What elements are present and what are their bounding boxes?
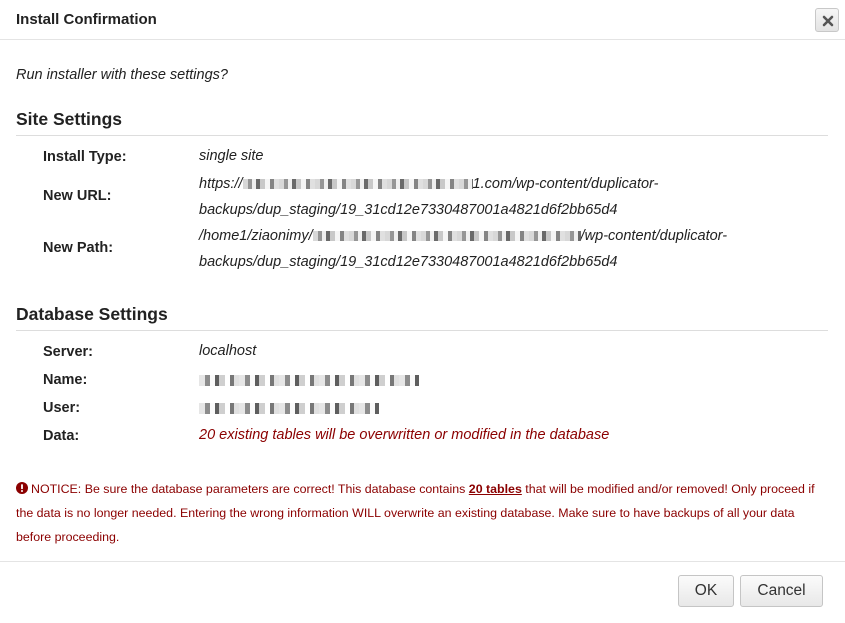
new-url-line2: backups/dup_staging/19_31cd12e7330487001… bbox=[199, 202, 618, 218]
close-icon bbox=[822, 15, 834, 27]
notice-text-before: NOTICE: Be sure the database parameters … bbox=[31, 482, 469, 496]
new-url-value: https:// 1.com/wp-content/duplicator- bac… bbox=[199, 171, 658, 223]
redacted-database-name bbox=[199, 375, 419, 386]
data-value: 20 existing tables will be overwritten o… bbox=[199, 427, 610, 443]
new-url-prefix: https:// bbox=[199, 176, 243, 192]
new-path-suffix: /wp-content/duplicator- bbox=[580, 228, 728, 244]
database-notice: NOTICE: Be sure the database parameters … bbox=[16, 477, 831, 549]
dialog-title: Install Confirmation bbox=[16, 11, 157, 28]
site-settings-title: Site Settings bbox=[16, 109, 122, 129]
user-label: User: bbox=[43, 400, 81, 416]
new-url-suffix: 1.com/wp-content/duplicator- bbox=[472, 176, 659, 192]
confirmation-prompt: Run installer with these settings? bbox=[16, 67, 228, 83]
new-path-prefix: /home1/ziaonimy/ bbox=[199, 228, 313, 244]
new-path-value: /home1/ziaonimy//wp-content/duplicator- … bbox=[199, 223, 727, 275]
close-button[interactable] bbox=[815, 8, 839, 32]
database-settings-title: Database Settings bbox=[16, 304, 168, 324]
install-type-label: Install Type: bbox=[43, 149, 127, 165]
database-settings-divider bbox=[16, 330, 828, 331]
cancel-button[interactable]: Cancel bbox=[740, 575, 823, 607]
exclamation-circle-icon bbox=[16, 482, 28, 494]
new-path-line2: backups/dup_staging/19_31cd12e7330487001… bbox=[199, 254, 618, 270]
redacted-domain bbox=[242, 179, 473, 189]
server-value: localhost bbox=[199, 343, 257, 359]
ok-button[interactable]: OK bbox=[678, 575, 734, 607]
tables-link[interactable]: 20 tables bbox=[469, 482, 522, 496]
server-label: Server: bbox=[43, 344, 93, 360]
dialog-titlebar: Install Confirmation bbox=[0, 0, 845, 40]
data-label: Data: bbox=[43, 428, 80, 444]
name-label: Name: bbox=[43, 372, 88, 388]
footer-divider bbox=[0, 561, 845, 562]
site-settings-divider bbox=[16, 135, 828, 136]
new-url-label: New URL: bbox=[43, 188, 112, 204]
new-path-label: New Path: bbox=[43, 240, 114, 256]
redacted-database-user bbox=[199, 403, 379, 414]
install-type-value: single site bbox=[199, 148, 264, 164]
redacted-path bbox=[312, 231, 581, 241]
install-confirmation-dialog: Install Confirmation Run installer with … bbox=[0, 0, 845, 623]
